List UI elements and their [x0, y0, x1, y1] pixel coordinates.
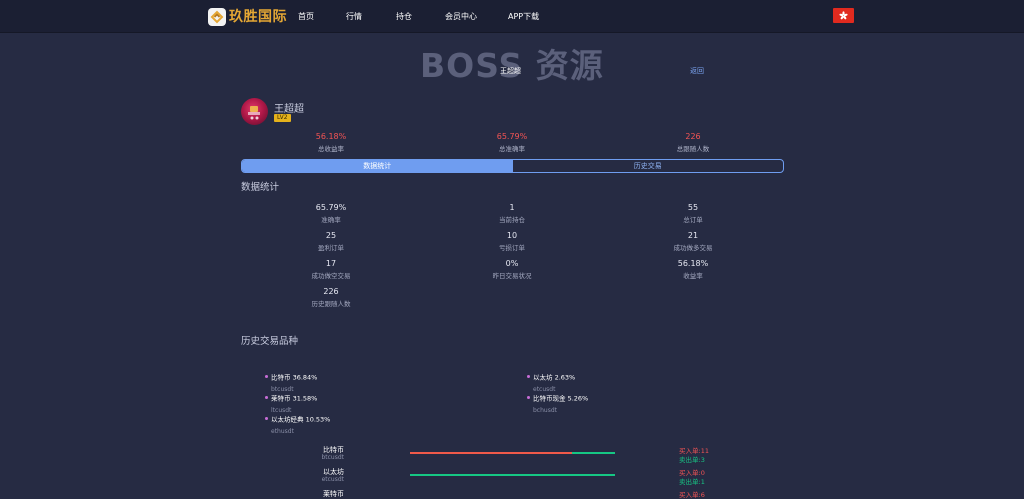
nav-market[interactable]: 行情 [346, 11, 362, 22]
tab-bar: 数据统计 历史交易 [241, 159, 784, 173]
stat-value: 0% [505, 259, 519, 268]
tab-data-stats[interactable]: 数据统计 [242, 160, 513, 172]
avatar [241, 98, 268, 125]
stat-value: 55 [687, 203, 699, 212]
stat-label: 成功做空交易 [311, 272, 351, 280]
summary-label: 总收益率 [318, 145, 344, 153]
stat-label: 盈利订单 [318, 244, 344, 252]
stat-label: 当前持仓 [499, 216, 525, 224]
summary-value: 65.79% [496, 132, 528, 141]
nav-positions[interactable]: 持仓 [396, 11, 412, 22]
page-subtitle: 王超超 [500, 67, 521, 75]
logo-icon [208, 8, 226, 26]
summary-label: 总准确率 [499, 145, 525, 153]
stat-label: 亏损订单 [499, 244, 525, 252]
legend-dot-icon [527, 396, 530, 399]
legend-dot-icon [265, 375, 268, 378]
stat-label: 总订单 [683, 216, 703, 224]
summary-value: 56.18% [315, 132, 347, 141]
legend-dot-icon [265, 396, 268, 399]
nav-member-center[interactable]: 会员中心 [445, 11, 477, 22]
legend-item: 比特币现金 5.26% bchusdt [527, 387, 588, 414]
level-badge: LV2 [274, 114, 291, 122]
stat-value: 56.18% [677, 259, 709, 268]
bar-coin-symbol: btcusdt [321, 454, 344, 461]
stat-label: 历史跟随人数 [311, 300, 351, 308]
history-section-title: 历史交易品种 [241, 336, 299, 347]
legend-name: 比特币 36.84% [271, 373, 318, 382]
stat-label: 收益率 [683, 272, 703, 280]
legend-symbol: ethusdt [271, 428, 294, 435]
stat-value: 10 [506, 231, 518, 240]
stat-label: 成功做多交易 [673, 244, 713, 252]
stat-value: 25 [325, 231, 337, 240]
stat-label: 昨日交易状况 [492, 272, 532, 280]
summary-value: 226 [685, 132, 701, 141]
summary-label: 总跟随人数 [676, 145, 710, 153]
bar-sell-count: 卖出单:1 [679, 478, 705, 486]
legend-dot-icon [527, 375, 530, 378]
nav-home[interactable]: 首页 [298, 11, 314, 22]
legend-name: 以太坊 2.63% [533, 373, 576, 382]
stat-label: 准确率 [321, 216, 341, 224]
bar-coin-symbol: etcusdt [321, 476, 344, 483]
legend-item: 以太坊经典 10.53% ethusdt [265, 408, 330, 435]
bar-buy-fill [410, 452, 572, 454]
bar-coin-name: 莱特币 [323, 490, 344, 498]
bar-track [410, 452, 615, 454]
stat-value: 17 [325, 259, 337, 268]
bar-sell-count: 卖出单:3 [679, 456, 705, 464]
legend-symbol: bchusdt [533, 407, 557, 414]
tab-history-trades[interactable]: 历史交易 [513, 160, 784, 172]
user-name: 王超超 [274, 104, 304, 115]
legend-name: 莱特币 31.58% [271, 394, 318, 403]
stat-value: 1 [509, 203, 515, 212]
hk-flag-icon[interactable] [833, 8, 854, 23]
bar-buy-count: 买入单:6 [679, 491, 705, 499]
stat-value: 21 [687, 231, 699, 240]
stats-section-title: 数据统计 [241, 182, 280, 193]
logo-text: 玖胜国际 [229, 9, 287, 25]
legend-name: 以太坊经典 10.53% [271, 415, 331, 424]
legend-dot-icon [265, 417, 268, 420]
back-link[interactable]: 返回 [690, 66, 704, 76]
top-navbar: 玖胜国际 首页 行情 持仓 会员中心 APP下载 [0, 0, 1024, 33]
stat-value: 65.79% [315, 203, 347, 212]
nav-app-download[interactable]: APP下载 [508, 11, 539, 22]
stat-value: 226 [323, 287, 339, 296]
legend-name: 比特币现金 5.26% [533, 394, 589, 403]
bar-track [410, 474, 615, 476]
logo[interactable]: 玖胜国际 [208, 7, 287, 27]
